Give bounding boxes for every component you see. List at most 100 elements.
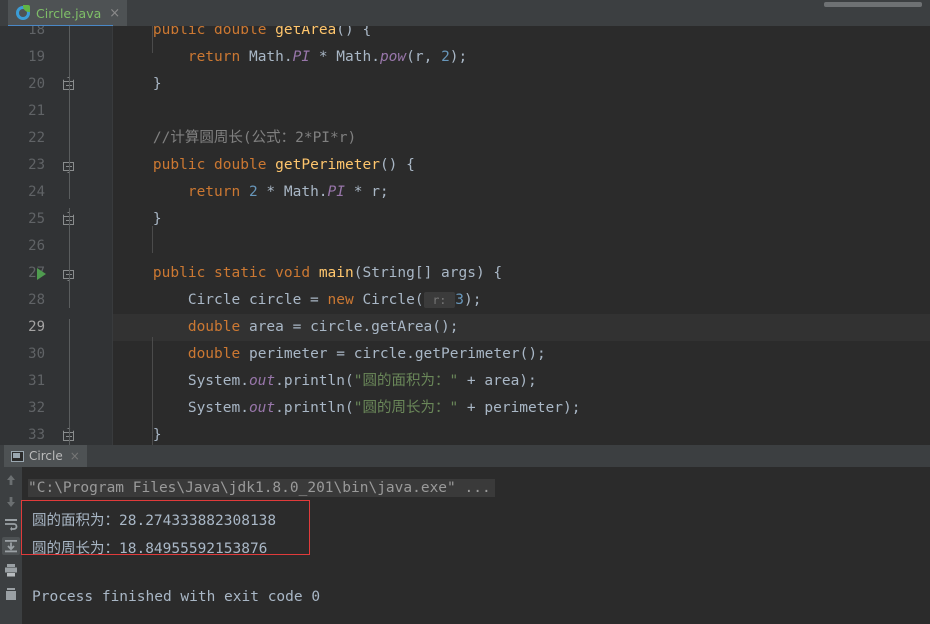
code-token: out: [248, 373, 276, 389]
code-text: double area = circle.getArea();: [118, 314, 459, 341]
run-gutter-icon[interactable]: [37, 268, 46, 280]
code-token: public: [152, 26, 206, 38]
code-line[interactable]: 23 public double getPerimeter() {: [0, 152, 930, 179]
code-line[interactable]: 21: [0, 98, 930, 125]
print-icon[interactable]: [2, 561, 20, 579]
code-token: PI: [292, 49, 311, 65]
code-line[interactable]: 25 }: [0, 206, 930, 233]
code-token: System.: [118, 400, 249, 416]
code-token: PI: [327, 184, 346, 200]
code-line[interactable]: 32 System.out.println("圆的周长为：" + perimet…: [0, 395, 930, 422]
code-text: public static void main(String[] args) {: [118, 260, 502, 287]
line-number: 24: [28, 184, 45, 200]
code-token: getPerimeter: [275, 157, 380, 173]
code-line[interactable]: 24 return 2 * Math.PI * r;: [0, 179, 930, 206]
editor-tab-circle-java[interactable]: Circle.java ×: [8, 0, 128, 26]
soft-wrap-icon[interactable]: [2, 515, 20, 533]
console-tab-circle[interactable]: Circle ×: [4, 445, 87, 467]
code-line[interactable]: 18 public double getArea() {: [0, 26, 930, 44]
console-output-line: 圆的面积为：28.274333882308138: [32, 513, 277, 529]
code-token: .println(: [275, 400, 354, 416]
code-token: "圆的周长为：": [353, 400, 459, 416]
code-token: area = circle.getArea();: [240, 319, 459, 335]
code-token: double: [187, 346, 241, 362]
line-number: 28: [28, 292, 45, 308]
line-number: 19: [28, 49, 45, 65]
line-number: 25: [28, 211, 45, 227]
code-token: double: [214, 26, 267, 38]
code-token: + area);: [458, 373, 537, 389]
code-text: public double getPerimeter() {: [118, 152, 415, 179]
code-token: void: [275, 265, 311, 281]
code-token: System.: [118, 373, 249, 389]
code-line[interactable]: 28 Circle circle = new Circle( r: 3);: [0, 287, 930, 314]
clear-all-icon[interactable]: [2, 585, 20, 603]
code-line[interactable]: 22 //计算圆周长(公式：2*PI*r): [0, 125, 930, 152]
code-token: public: [152, 157, 206, 173]
line-number: 31: [28, 373, 45, 389]
code-token: + perimeter);: [458, 400, 581, 416]
code-token: //计算圆周长(公式：2*PI*r): [118, 130, 357, 146]
code-token: }: [118, 427, 162, 443]
code-token: * Math.: [257, 184, 328, 200]
line-number: 30: [28, 346, 45, 362]
code-token: r:: [423, 292, 456, 308]
code-line[interactable]: 33 }: [0, 422, 930, 445]
line-number: 29: [28, 319, 45, 335]
code-line[interactable]: 30 double perimeter = circle.getPerimete…: [0, 341, 930, 368]
code-line[interactable]: 29 double area = circle.getArea();: [0, 314, 930, 341]
line-number: 21: [28, 103, 45, 119]
code-token: );: [464, 292, 482, 308]
console-tab-bar: Circle ×: [0, 445, 930, 467]
close-icon[interactable]: ×: [109, 7, 120, 20]
scroll-up-icon[interactable]: [2, 471, 20, 489]
code-line[interactable]: 19 return Math.PI * Math.pow(r, 2);: [0, 44, 930, 71]
console-window-icon: [11, 450, 24, 462]
code-token: .println(: [275, 373, 354, 389]
code-token: Circle circle =: [118, 292, 328, 308]
code-token: return: [187, 184, 241, 200]
code-token: () {: [336, 26, 372, 38]
code-text: return Math.PI * Math.pow(r, 2);: [118, 44, 467, 71]
horizontal-scrollbar-thumb[interactable]: [824, 2, 922, 7]
code-line[interactable]: 26: [0, 233, 930, 260]
line-number: 22: [28, 130, 45, 146]
line-number: 32: [28, 400, 45, 416]
code-editor[interactable]: 18 public double getArea() {19 return Ma…: [0, 26, 930, 445]
code-token: }: [118, 76, 162, 92]
code-token: 2: [248, 184, 258, 200]
code-line[interactable]: 31 System.out.println("圆的面积为：" + area);: [0, 368, 930, 395]
fold-region-line: [69, 208, 70, 308]
code-token: (r,: [406, 49, 442, 65]
java-class-icon: [16, 4, 31, 21]
code-text: }: [118, 206, 162, 233]
code-token: * r;: [345, 184, 389, 200]
scroll-to-end-icon[interactable]: [2, 537, 20, 555]
indent-guide: [152, 337, 153, 445]
console-exit-line: Process finished with exit code 0: [32, 589, 321, 605]
code-text: double perimeter = circle.getPerimeter()…: [118, 341, 546, 368]
line-number: 33: [28, 427, 45, 443]
code-token: double: [214, 157, 267, 173]
code-line[interactable]: 27 public static void main(String[] args…: [0, 260, 930, 287]
console-output[interactable]: "C:\Program Files\Java\jdk1.8.0_201\bin\…: [22, 467, 930, 624]
intellij-idea-window: Circle.java × 18 public double getArea()…: [0, 0, 930, 624]
editor-tab-bar: Circle.java ×: [0, 0, 930, 28]
console-tab-label: Circle: [29, 449, 63, 463]
indent-guide: [152, 226, 153, 253]
close-icon[interactable]: ×: [70, 450, 80, 462]
code-line[interactable]: 20 }: [0, 71, 930, 98]
code-text: }: [118, 422, 162, 445]
console-side-toolbar: [0, 467, 22, 624]
indent-guide: [152, 26, 153, 53]
code-token: return: [187, 49, 241, 65]
scroll-down-icon[interactable]: [2, 493, 20, 511]
